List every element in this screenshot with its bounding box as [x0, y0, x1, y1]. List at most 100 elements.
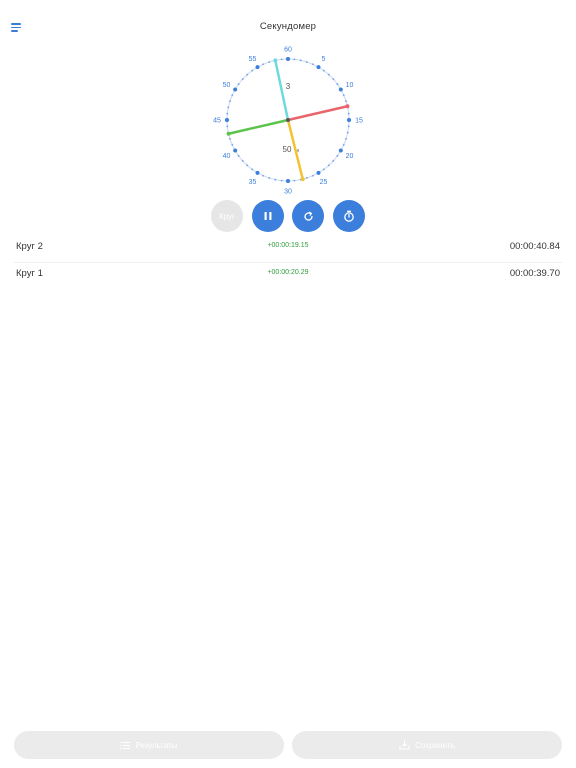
major-tick — [347, 118, 351, 122]
second-hand-tip — [226, 131, 231, 136]
list-icon — [120, 741, 131, 749]
save-label: Сохранить — [415, 740, 455, 750]
pause-button[interactable] — [252, 200, 284, 232]
minor-tick — [231, 94, 234, 97]
minute-hand-tip — [345, 104, 350, 109]
major-tick — [255, 65, 260, 70]
minor-tick — [327, 73, 330, 76]
minor-tick — [237, 83, 240, 86]
minor-tick — [274, 178, 277, 181]
lap-total-time: 00:00:39.70 — [509, 268, 560, 279]
minor-tick — [346, 131, 349, 134]
minor-tick — [293, 179, 296, 182]
dial-tick-label: 10 — [346, 82, 354, 89]
major-tick — [286, 179, 290, 183]
dial-tick-label: 50 — [223, 82, 231, 89]
results-button[interactable]: Результаты — [14, 731, 284, 759]
minor-tick — [293, 58, 296, 61]
minor-tick — [327, 164, 330, 167]
minute-hand — [286, 105, 349, 122]
minor-tick — [336, 154, 339, 157]
dial-tick-label: 45 — [213, 118, 221, 125]
reset-button[interactable] — [292, 200, 324, 232]
minor-tick — [246, 164, 249, 167]
minor-tick — [241, 78, 244, 81]
lap-total-time: 00:00:40.84 — [509, 241, 560, 252]
major-tick — [316, 170, 321, 175]
minor-tick — [336, 83, 339, 86]
lap-difference: +00:00:19.15 — [267, 242, 309, 249]
controls-bar: Круг — [0, 200, 576, 232]
dial-tick-label: 40 — [223, 153, 231, 160]
minor-tick — [228, 100, 231, 103]
dial-tick-label: 25 — [320, 179, 328, 186]
minor-tick — [332, 78, 335, 81]
minor-tick — [322, 69, 325, 72]
minor-tick — [228, 137, 231, 140]
minor-tick — [262, 174, 265, 177]
stopwatch-dial: 60510152025303540455055350м — [206, 38, 370, 202]
minor-tick — [347, 125, 350, 128]
minor-tick — [305, 177, 308, 180]
save-button[interactable]: Сохранить — [292, 731, 562, 759]
download-icon — [399, 740, 410, 750]
stopwatch-button[interactable] — [333, 200, 365, 232]
major-tick — [338, 87, 343, 92]
minor-tick — [311, 174, 314, 177]
minor-tick — [262, 63, 265, 66]
minor-tick — [226, 112, 229, 115]
minor-tick — [246, 73, 249, 76]
minor-tick — [231, 143, 234, 146]
lap-button[interactable]: Круг — [211, 200, 243, 232]
minor-tick — [251, 69, 254, 72]
minor-tick — [345, 137, 348, 140]
minor-tick — [299, 59, 302, 62]
minor-tick — [268, 60, 271, 63]
minor-tick — [311, 63, 314, 66]
minor-tick — [280, 58, 283, 61]
dial-inner-label: 3 — [286, 82, 291, 91]
sub-hand-tip — [273, 58, 278, 63]
dial-tick-label: 15 — [355, 118, 363, 125]
minor-tick — [241, 159, 244, 162]
minor-tick — [342, 143, 345, 146]
dial-tick-label: 60 — [284, 47, 292, 54]
footer-bar: Результаты Сохранить — [0, 731, 576, 759]
minor-tick — [226, 125, 229, 128]
hour-hand-tip — [300, 177, 305, 182]
minor-tick — [305, 60, 308, 63]
dial-inner-label: 50 — [283, 145, 292, 154]
reset-icon — [303, 211, 313, 221]
pause-icon — [264, 212, 272, 220]
minor-tick — [347, 112, 350, 115]
dial-tick-label: 5 — [322, 56, 326, 63]
minor-tick — [342, 94, 345, 97]
dial-tick-label: 35 — [249, 179, 257, 186]
minor-tick — [322, 168, 325, 171]
dial-tick-label: 20 — [346, 153, 354, 160]
minor-tick — [345, 100, 348, 103]
minor-tick — [268, 177, 271, 180]
results-label: Результаты — [135, 740, 178, 750]
minor-tick — [237, 154, 240, 157]
major-tick — [233, 87, 238, 92]
list-item: Круг 2 +00:00:19.15 00:00:40.84 — [14, 236, 562, 263]
lap-list: Круг 2 +00:00:19.15 00:00:40.84 Круг 1 +… — [0, 236, 576, 289]
minor-tick — [227, 106, 230, 109]
lap-difference: +00:00:20.29 — [267, 269, 309, 276]
page-title: Секундомер — [259, 21, 317, 32]
major-tick — [225, 118, 229, 122]
dial-tick-label: 30 — [284, 189, 292, 196]
dial-center — [286, 118, 290, 122]
dial-graphic: 60510152025303540455055350м — [213, 47, 363, 196]
list-item: Круг 1 +00:00:20.29 00:00:39.70 — [14, 263, 562, 289]
minor-tick — [332, 159, 335, 162]
major-tick — [316, 65, 321, 70]
minor-tick — [280, 179, 283, 182]
second-hand — [227, 118, 290, 135]
major-tick — [255, 170, 260, 175]
major-tick — [338, 148, 343, 153]
minor-tick — [251, 168, 254, 171]
stopwatch-icon — [344, 210, 354, 222]
major-tick — [233, 148, 238, 153]
